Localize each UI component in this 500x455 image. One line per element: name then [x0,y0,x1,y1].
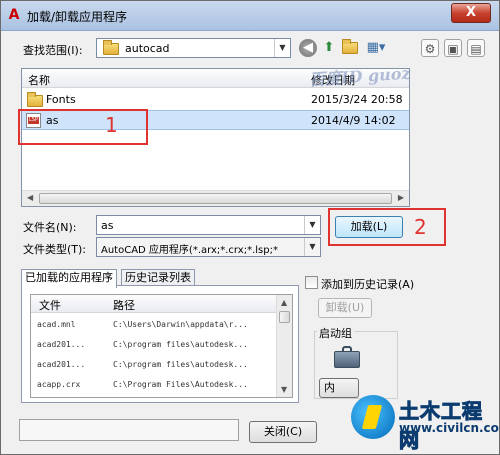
file-date: 2014/4/9 14:02 [311,114,396,127]
filetype-value: AutoCAD 应用程序(*.arx;*.crx;*.lsp;* [101,245,278,256]
loaded-apps-panel: 文件 路径 acad.mnl C:\Users\Darwin\appdata\r… [21,285,299,403]
loaded-app-path: C:\Program Files\Autodesk... [113,380,248,389]
loaded-app-file: acapp.crx [37,380,81,389]
tools-icon[interactable]: ▤ [467,39,485,57]
scroll-up-icon[interactable]: ▲ [281,298,287,307]
vertical-scrollbar[interactable]: ▲ ▼ [276,295,292,397]
lookin-label: 查找范围(I): [23,44,83,57]
chevron-down-icon[interactable]: ▼ [304,238,320,256]
filetype-select[interactable]: AutoCAD 应用程序(*.arx;*.crx;*.lsp;* ▼ [96,237,321,257]
annotation-number-1: 1 [105,113,118,137]
loaded-app-row[interactable]: acad201... C:\program files\autodesk... [31,335,276,355]
startup-group-label: 启动组 [317,325,354,341]
horizontal-scrollbar[interactable]: ◀ ▶ [22,190,409,206]
history-checkbox-label[interactable]: 添加到历史记录(A) [321,276,414,292]
brand-watermark: 土木工程网 www.civilcn.com [351,393,500,453]
loaded-apps-list[interactable]: 文件 路径 acad.mnl C:\Users\Darwin\appdata\r… [30,294,293,398]
column-path[interactable]: 路径 [113,297,135,313]
scroll-thumb[interactable] [279,311,290,323]
loaded-app-path: C:\program files\autodesk... [113,360,248,369]
chevron-down-icon[interactable]: ▼ [304,216,320,234]
tab-loaded-apps[interactable]: 已加载的应用程序 [21,269,117,288]
scroll-left-icon[interactable]: ◀ [27,193,33,202]
folder-icon [103,40,119,55]
annotation-number-2: 2 [414,215,427,239]
loaded-app-file: acad201... [37,340,86,349]
close-window-button[interactable]: X [451,3,491,23]
history-checkbox[interactable] [305,276,318,289]
loaded-apps-header: 文件 路径 [31,295,276,313]
image-icon[interactable]: ▣ [444,39,462,57]
autocad-app-icon: A [8,7,20,23]
loaded-app-path: C:\program files\autodesk... [113,340,248,349]
lookin-value: autocad [125,42,170,55]
dialog-window: A 加载/卸载应用程序 X 查找范围(I): autocad ▼ ◀ ⬆ ▦▾ … [0,0,500,455]
file-name: Fonts [46,93,76,106]
window-title: 加载/卸载应用程序 [27,10,128,24]
briefcase-icon [334,346,360,368]
new-folder-icon[interactable] [341,38,359,57]
scroll-thumb[interactable] [39,193,392,204]
loaded-app-file: acad201... [37,360,86,369]
scroll-right-icon[interactable]: ▶ [398,193,404,202]
find-icon[interactable]: ⚙ [421,39,439,57]
file-row-fonts[interactable]: Fonts 2015/3/24 20:58 [22,90,409,110]
views-menu-icon[interactable]: ▦▾ [363,39,389,57]
folder-icon [27,92,43,107]
close-button[interactable]: 关闭(C) [249,421,317,443]
loaded-app-row[interactable]: acad201... C:\program files\autodesk... [31,355,276,375]
up-folder-icon[interactable]: ⬆ [320,39,338,57]
brand-logo [351,395,395,439]
file-date: 2015/3/24 20:58 [311,93,403,106]
back-icon[interactable]: ◀ [299,39,317,57]
loaded-app-row[interactable]: acapp.crx C:\Program Files\Autodesk... [31,375,276,395]
brand-url: www.civilcn.com [399,421,500,435]
column-file[interactable]: 文件 [39,297,61,313]
loaded-app-path: C:\Users\Darwin\appdata\r... [113,320,248,329]
unload-button[interactable]: 卸载(U) [318,298,372,318]
annotation-box-2 [328,208,446,246]
loaded-app-file: acad.mnl [37,320,76,329]
filename-value: as [101,219,114,232]
loaded-app-row[interactable]: acad.mnl C:\Users\Darwin\appdata\r... [31,315,276,335]
filename-label: 文件名(N): [23,221,77,234]
filetype-label: 文件类型(T): [23,243,87,256]
chevron-down-icon[interactable]: ▼ [274,39,290,57]
annotation-box-1 [18,109,148,145]
title-bar: A 加载/卸载应用程序 X [1,1,499,31]
scroll-down-icon[interactable]: ▼ [281,385,287,394]
status-bar [19,419,239,441]
column-name[interactable]: 名称 [28,72,50,88]
lookin-combo[interactable]: autocad ▼ [96,38,291,58]
filename-input[interactable]: as ▼ [96,215,321,235]
